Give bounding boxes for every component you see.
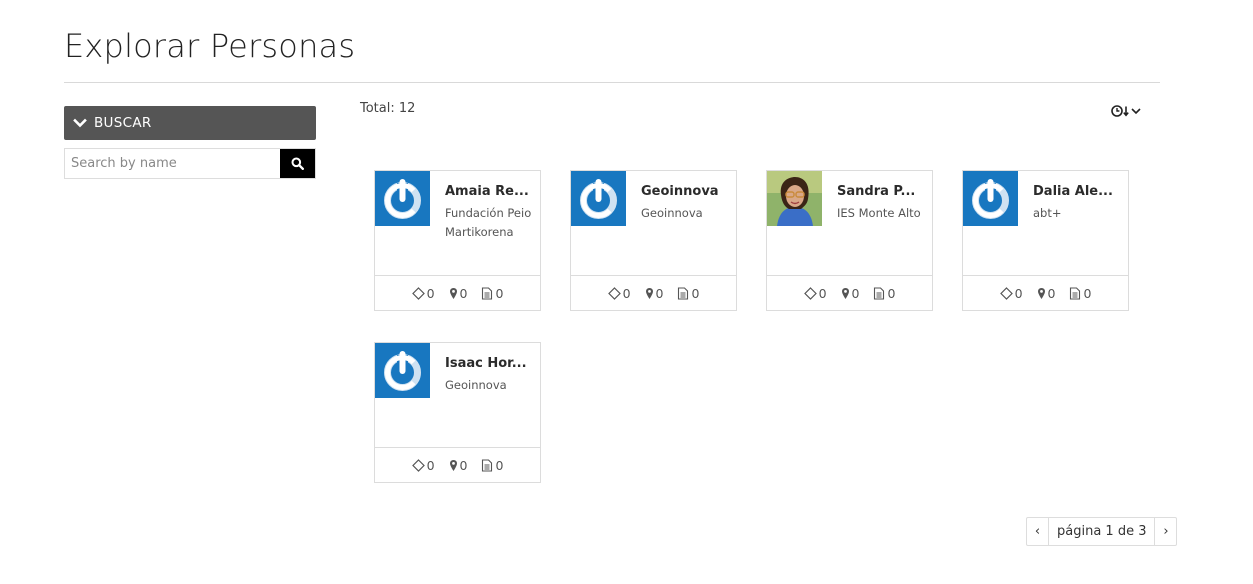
map-pin-icon [841,287,850,300]
locations-stat: 0 [645,285,664,301]
documents-stat: 0 [481,458,503,473]
person-organization: Geoinnova [641,206,703,220]
search-icon [291,157,304,170]
title-divider [64,82,1160,83]
person-card[interactable]: Geoinnova Geoinnova 0 0 0 [570,170,737,311]
next-page-button[interactable]: › [1155,518,1176,545]
documents-count: 0 [691,285,700,301]
projects-stat: 0 [999,285,1023,301]
person-name[interactable]: Isaac Hor... [445,355,535,372]
pagination: ‹ página 1 de 3 › [1026,517,1178,546]
person-card[interactable]: Sandra P... IES Monte Alto 0 0 0 [766,170,933,311]
prev-page-button[interactable]: ‹ [1027,518,1048,545]
search-panel-label: BUSCAR [94,115,152,131]
projects-stat: 0 [411,285,435,301]
search-input[interactable] [65,149,280,178]
page-title: Explorar Personas [64,27,356,65]
locations-count: 0 [459,457,468,473]
person-name[interactable]: Geoinnova [641,183,731,200]
card-stats: 0 0 0 [963,275,1128,310]
chevron-down-icon [1131,108,1141,115]
locations-stat: 0 [1037,285,1056,301]
diamond-icon [803,286,817,300]
documents-count: 0 [495,457,504,473]
person-organization: Fundación Peio Martikorena [445,206,532,239]
person-organization: IES Monte Alto [837,206,921,220]
person-organization: abt+ [1033,206,1062,220]
card-stats: 0 0 0 [767,275,932,310]
search-panel-toggle[interactable]: BUSCAR [64,106,316,140]
person-name[interactable]: Dalia Ale... [1033,183,1123,200]
diamond-icon [411,458,425,472]
clock-sort-icon [1111,105,1129,117]
search-button[interactable] [280,149,315,178]
documents-stat: 0 [677,286,699,301]
default-power-avatar-icon[interactable] [571,171,626,226]
diamond-icon [607,286,621,300]
projects-stat: 0 [411,457,435,473]
person-card[interactable]: Dalia Ale... abt+ 0 0 0 [962,170,1129,311]
person-card[interactable]: Isaac Hor... Geoinnova 0 0 0 [374,342,541,483]
person-name[interactable]: Sandra P... [837,183,927,200]
locations-count: 0 [459,285,468,301]
locations-stat: 0 [841,285,860,301]
default-power-avatar-icon[interactable] [375,343,430,398]
map-pin-icon [1037,287,1046,300]
documents-count: 0 [887,285,896,301]
search-form [64,148,316,179]
document-icon [481,458,493,472]
locations-stat: 0 [449,285,468,301]
sort-dropdown[interactable] [1111,104,1142,118]
locations-count: 0 [655,285,664,301]
diamond-icon [999,286,1013,300]
diamond-icon [411,286,425,300]
projects-stat: 0 [607,285,631,301]
person-name[interactable]: Amaia Re... [445,183,535,200]
document-icon [1069,286,1081,300]
default-power-avatar-icon[interactable] [375,171,430,226]
document-icon [873,286,885,300]
documents-count: 0 [1083,285,1092,301]
locations-count: 0 [851,285,860,301]
projects-count: 0 [426,457,435,473]
documents-stat: 0 [1069,286,1091,301]
profile-photo-avatar[interactable] [767,171,822,226]
locations-count: 0 [1047,285,1056,301]
projects-count: 0 [622,285,631,301]
person-card[interactable]: Amaia Re... Fundación Peio Martikorena 0 0 0 [374,170,541,311]
projects-count: 0 [1014,285,1023,301]
documents-count: 0 [495,285,504,301]
card-stats: 0 0 0 [375,447,540,482]
document-icon [481,286,493,300]
document-icon [677,286,689,300]
locations-stat: 0 [449,457,468,473]
card-stats: 0 0 0 [571,275,736,310]
projects-count: 0 [818,285,827,301]
map-pin-icon [645,287,654,300]
documents-stat: 0 [873,286,895,301]
chevron-down-icon [73,118,87,128]
person-organization: Geoinnova [445,378,507,392]
projects-stat: 0 [803,285,827,301]
map-pin-icon [449,287,458,300]
results-total: Total: 12 [360,101,416,116]
page-indicator: página 1 de 3 [1048,518,1156,545]
map-pin-icon [449,459,458,472]
default-power-avatar-icon[interactable] [963,171,1018,226]
projects-count: 0 [426,285,435,301]
card-stats: 0 0 0 [375,275,540,310]
documents-stat: 0 [481,286,503,301]
